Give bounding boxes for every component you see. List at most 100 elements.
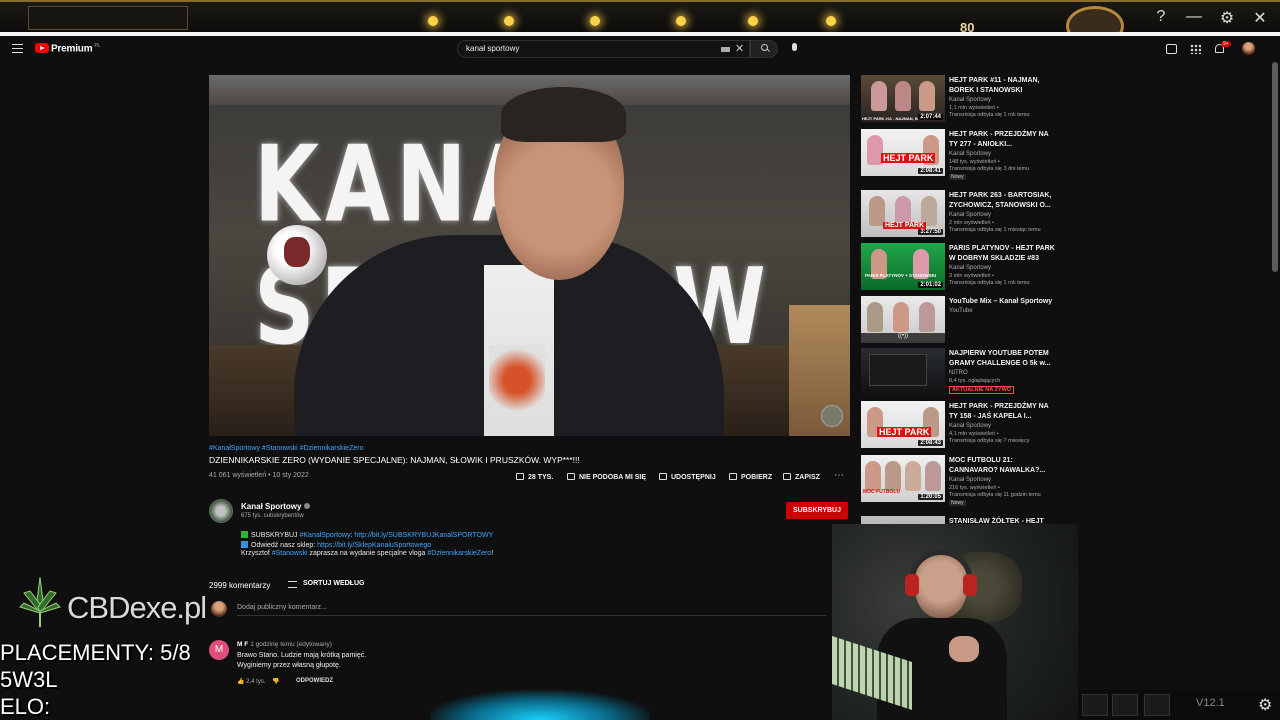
more-actions-icon[interactable]: ⋯ (834, 470, 844, 481)
comment-author[interactable]: M F1 godzinę temu (edytowany) (237, 641, 332, 648)
apps-grid-icon[interactable] (1190, 44, 1201, 54)
verified-icon (304, 503, 311, 509)
chat-button[interactable] (1112, 694, 1138, 716)
youtube-logo-icon[interactable] (35, 43, 49, 53)
user-avatar[interactable] (1242, 42, 1255, 55)
video-thumbnail[interactable]: HEJT PARK #11 - NAJMAN, BOREK 2:07:44 (861, 75, 945, 122)
comment-reply-button[interactable]: ODPOWIEDZ (296, 678, 333, 684)
record-stat: 5W3L (0, 667, 58, 692)
mic-button[interactable] (1144, 694, 1170, 716)
video-thumbnail[interactable]: PARIS PLATYNOV + STANOWSKI 2:01:02 (861, 243, 945, 290)
save-button[interactable]: ZAPISZ (783, 473, 820, 481)
shop-link[interactable]: https://bit.ly/SklepKanaluSportowego (317, 542, 431, 549)
recommended-video[interactable]: NAJPIERW YOUTUBE POTEM GRAMY CHALLENGE O… (861, 348, 1061, 396)
video-title[interactable]: HEJT PARK #11 - NAJMAN, BOREK I STANOWSK… (949, 76, 1059, 95)
recommended-video[interactable]: MOC FUTBOLU 1:20:05 MOC FUTBOLU 21: CANN… (861, 455, 1061, 506)
channel-name[interactable]: Kanał Sportowy (949, 477, 991, 483)
clear-search-icon[interactable]: ✕ (735, 42, 744, 55)
recommended-video[interactable]: PARIS PLATYNOV + STANOWSKI 2:01:02 PARIS… (861, 243, 1061, 291)
recommended-video[interactable]: ((•)) YouTube Mix – Kanał Sportowy YouTu… (861, 296, 1061, 344)
recommended-video[interactable]: HEJT PARK 2:08:43 HEJT PARK - PRZEJDŹMY … (861, 401, 1061, 449)
overlay-button[interactable] (1082, 694, 1108, 716)
thumb-face (865, 461, 881, 491)
search-input[interactable]: kanał sportowy ✕ (457, 40, 750, 58)
search-button[interactable] (750, 40, 778, 58)
playlist-add-icon (783, 473, 791, 480)
channel-name[interactable]: YouTube (949, 308, 973, 314)
channel-name[interactable]: Kanał Sportowy (949, 97, 991, 103)
search-icon (761, 44, 768, 51)
thumb-caption: PARIS PLATYNOV + STANOWSKI (865, 273, 937, 278)
create-video-icon[interactable] (1166, 44, 1177, 54)
video-thumbnail[interactable]: HEJT PARK 3:27:50 (861, 190, 945, 237)
comments-count: 2999 komentarzy (209, 581, 271, 590)
video-meta: 41 061 wyświetleń • 10 sty 2022 (209, 472, 309, 479)
commenter-avatar[interactable]: M (209, 640, 229, 660)
share-button[interactable]: UDOSTĘPNIJ (659, 473, 716, 481)
close-icon[interactable]: ✕ (1250, 8, 1270, 28)
video-hashtags[interactable]: #KanałSportowy #Stanowski #Dziennikarski… (209, 445, 363, 452)
view-count: 148 tys. wyświetleń • (949, 159, 1000, 165)
hashtag-link[interactable]: #KanałSportowy (300, 532, 351, 539)
page-scrollbar[interactable] (1272, 62, 1278, 272)
channel-name[interactable]: Kanał Sportowy (949, 265, 991, 271)
video-thumbnail[interactable] (861, 348, 945, 395)
sort-button[interactable]: SORTUJ WEDŁUG (303, 580, 364, 587)
help-icon[interactable]: ? (1151, 8, 1171, 26)
view-count: 4,1 mln wyświetleń • (949, 431, 999, 437)
video-title[interactable]: PARIS PLATYNOV - HEJT PARK W DOBRYM SKŁA… (949, 244, 1059, 263)
screen: 80 ? — ⚙ ✕ Premium PL kanał sportowy ✕ 9+… (0, 0, 1280, 720)
like-button[interactable]: 28 TYS. (516, 473, 553, 481)
comment-like-button[interactable]: 👍 2,4 tys. 👎 (237, 678, 280, 685)
microphone-icon[interactable] (792, 43, 797, 51)
thumbs-up-icon (516, 473, 524, 480)
settings-icon[interactable]: ⚙ (1217, 8, 1237, 28)
description-line: SUBSKRYBUJ #KanałSportowy: http://bit.ly… (241, 531, 493, 539)
subscribe-button[interactable]: SUBSKRYBUJ (786, 502, 848, 519)
video-title[interactable]: HEJT PARK 263 - BARTOSIAK, ZYCHOWICZ, ST… (949, 191, 1059, 210)
channel-avatar[interactable] (209, 499, 233, 523)
video-thumbnail[interactable] (861, 516, 945, 524)
video-title[interactable]: HEJT PARK - PRZEJDŹMY NA TY 158 - JAŚ KA… (949, 402, 1059, 421)
recommended-video[interactable]: HEJT PARK 3:27:50 HEJT PARK 263 - BARTOS… (861, 190, 1061, 238)
menu-icon[interactable] (12, 44, 23, 53)
channel-name[interactable]: Kanał Sportowy (949, 423, 991, 429)
thumb-face (867, 302, 883, 332)
minimize-icon[interactable]: — (1184, 8, 1204, 26)
channel-name[interactable]: Kanał Sportowy (241, 502, 311, 511)
video-title[interactable]: NAJPIERW YOUTUBE POTEM GRAMY CHALLENGE O… (949, 349, 1059, 368)
channel-name[interactable]: NITRO (949, 370, 968, 376)
download-button[interactable]: POBIERZ (729, 473, 772, 481)
overlay-logo-frame (28, 6, 188, 30)
sponsor-logo-text: CBDexe.pl (67, 590, 207, 625)
recommended-video[interactable]: HEJT PARK #11 - NAJMAN, BOREK 2:07:44 HE… (861, 75, 1061, 123)
hashtag-link[interactable]: #DziennikarskieZero (427, 550, 491, 557)
dislike-button[interactable]: NIE PODOBA MI SIĘ (567, 473, 646, 481)
sort-icon[interactable] (288, 581, 297, 588)
video-title[interactable]: MOC FUTBOLU 21: CANNAVARO? NAWALKA?... (949, 456, 1059, 475)
keyboard-icon[interactable] (721, 47, 730, 52)
hashtag-link[interactable]: #Stanowski (272, 550, 308, 557)
light-icon (504, 16, 514, 26)
channel-name[interactable]: Kanał Sportowy (949, 151, 991, 157)
gear-icon[interactable]: ⚙ (1258, 695, 1272, 715)
presenter-hair (501, 87, 626, 142)
subscribe-link[interactable]: http://bit.ly/SUBSKRYBUJKanalSPORTOWY (354, 532, 493, 539)
thumb-face (893, 302, 909, 332)
comment-text: Brawo Stano. Ludzie mają krótką pamięć. (237, 652, 367, 659)
recommended-video[interactable]: HEJT PARK 2:08:41 HEJT PARK - PRZEJDŹMY … (861, 129, 1061, 180)
video-player[interactable]: KANAŁ SPORTOW (209, 75, 850, 436)
video-thumbnail[interactable]: ((•)) (861, 296, 945, 343)
light-icon (748, 16, 758, 26)
video-title[interactable]: HEJT PARK - PRZEJDŹMY NA TY 277 - ANIOŁK… (949, 130, 1059, 149)
youtube-brand[interactable]: Premium PL (51, 43, 100, 54)
video-thumbnail[interactable]: HEJT PARK 2:08:43 (861, 401, 945, 448)
current-user-avatar (211, 601, 227, 617)
thumb-face (919, 81, 935, 111)
video-title[interactable]: YouTube Mix – Kanał Sportowy (949, 297, 1059, 307)
view-count: 216 tys. wyświetleń • (949, 485, 1000, 491)
channel-name[interactable]: Kanał Sportowy (949, 212, 991, 218)
comment-input[interactable]: Dodaj publiczny komentarz... (237, 604, 827, 616)
video-thumbnail[interactable]: HEJT PARK 2:08:41 (861, 129, 945, 176)
video-thumbnail[interactable]: MOC FUTBOLU 1:20:05 (861, 455, 945, 502)
